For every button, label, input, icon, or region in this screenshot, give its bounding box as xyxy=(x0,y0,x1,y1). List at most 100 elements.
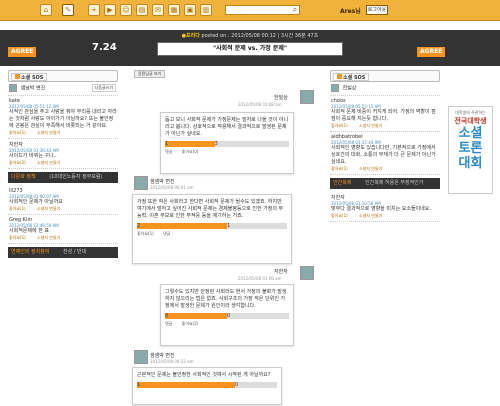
card-footer: 좋아요(1) 댓글 xyxy=(137,231,287,237)
entry-actions: 좋아요(1) 소셜지 만들기 xyxy=(9,130,117,136)
make-social-button[interactable]: 소셜지 만들기 xyxy=(37,206,60,211)
entry-actions: 좋아요(2) 소셜지 만들기 xyxy=(9,160,117,166)
list-item: lil273 2012/05/08 01:00:07 AM 사회적인 문제가 아… xyxy=(8,186,118,215)
home-icon[interactable]: ⌂ xyxy=(40,4,52,16)
logout-button[interactable]: 로그아웃 xyxy=(366,5,388,15)
vote-left-segment: 0 xyxy=(165,313,227,319)
like-button[interactable]: 좋아요(1) xyxy=(9,130,26,135)
video-icon[interactable]: ▣ xyxy=(184,4,196,16)
left-tab-box: 소셜 SOS xyxy=(8,70,118,82)
like-button[interactable]: 좋아요(2) xyxy=(182,321,199,326)
entry-actions: 좋아요(1) 소셜지 만들기 xyxy=(331,213,439,219)
card-date-text: 2012/05/08 06:41 am xyxy=(150,185,194,190)
entry-text: 맞무다 결과적으로 영향을 미치는 요소들이네요. xyxy=(331,206,431,212)
post-info: ●프리다 posted on : 2012/05/08 00:12 | 3시간 … xyxy=(120,31,380,41)
grid-icon[interactable]: ▦ xyxy=(168,4,180,16)
top-bar: ⌂ ✎ + ▶ ☺ ▤ ✉ ▦ ▣ ▥ ⌕ Ares님 로그아웃 xyxy=(0,0,500,21)
related-debate-bar[interactable]: 인간복제 인간복제 허용은 부정적인가 xyxy=(330,178,440,189)
make-social-button[interactable]: 소셜지 만들기 xyxy=(37,160,60,165)
entry-text: 사회적 문제 비중이 커지게 되어. 가정의 역할이 점점이 중요해 지는듯 합… xyxy=(331,109,436,122)
list-item: choos 2012/05/08 05:53:15 AM 사회적 문제 비중이 … xyxy=(330,96,440,132)
entry-name: 샘날박 변진 xyxy=(20,85,46,92)
vote-left-segment: 1 xyxy=(137,382,235,388)
user-name: Ares님 xyxy=(340,8,361,15)
make-social-button[interactable]: 소셜지 만들기 xyxy=(359,213,382,218)
post-date: posted on : 2012/05/08 00:12 | 3시간 36분 4… xyxy=(201,33,319,39)
entry-text: 사회적인 문제가 아닐까요 xyxy=(9,199,63,205)
vote-bar: 1 3 xyxy=(165,141,289,147)
make-social-button[interactable]: 소셜지 만들기 xyxy=(37,235,60,240)
entry-name: 자한자 xyxy=(331,195,345,201)
left-sos-tab[interactable]: 소셜 SOS xyxy=(11,73,48,81)
avatar xyxy=(134,350,148,364)
related-debate-title: 연예인의 정치참여 xyxy=(11,249,50,255)
banner-line5: 대회 xyxy=(458,156,483,171)
related-debate-sub: (10대인노동자 정부포럼) xyxy=(49,174,103,180)
banner-line3: 소셜 xyxy=(458,126,483,141)
entry-actions: 좋아요(1) 소셜지 만들기 xyxy=(9,235,117,241)
chat-icon[interactable]: ✎ xyxy=(62,4,74,16)
left-column: 소셜 SOS 샘날박 변진 다음글쓰기 kate 2012/05/08 05:5… xyxy=(8,70,118,261)
write-link[interactable]: 다음글쓰기 xyxy=(91,84,116,92)
search-icon[interactable]: ⌕ xyxy=(289,4,301,16)
like-button[interactable]: 좋아요(1) xyxy=(331,213,348,218)
debate-topic: "사회적 문제 vs. 가정 문제" xyxy=(157,42,343,56)
related-debate-bar[interactable]: 다문화 정책 (10대인노동자 정부포럼) xyxy=(8,172,118,183)
list-item: kate 2012/05/08 05:51:12 AM 사적인 관심을 주고 사… xyxy=(8,96,118,139)
reply-button[interactable]: 댓글 xyxy=(165,321,172,326)
right-sos-tab[interactable]: 소셜 SOS xyxy=(333,73,370,81)
right-tab-box: 소셜 SOS xyxy=(330,70,440,82)
document-icon[interactable]: ▤ xyxy=(136,4,148,16)
entry-text: 사회적인 영향도 있습니다만, 기본적으로 가정에서 상호간의 대화, 소통의 … xyxy=(331,145,436,165)
entry-text: 사회적문제에 한 표 xyxy=(9,228,49,234)
comment-card: 그렇수도 있지만 안정된 사회라도 현서 가정의 불화가 발생하지 않으리는 법… xyxy=(160,284,294,346)
avatar xyxy=(134,176,148,190)
card-author: 샘샘박 변진 xyxy=(150,352,175,359)
entry-actions: 좋아요(1) 소셜지 만들기 xyxy=(331,166,439,172)
card-text: 가정 또한 작은 사회라고 한다면 사회적 문제가 될수도 있겠죠. 하지만 여… xyxy=(137,199,284,219)
entry-actions: 좋아요(1) 소셜지 만들기 xyxy=(9,206,117,212)
book-icon[interactable]: ▥ xyxy=(200,4,212,16)
like-button[interactable]: 좋아요(1) xyxy=(137,231,154,236)
vote-right-segment: 0 xyxy=(227,313,289,319)
card-date-text: 2012/05/08 01:06 am xyxy=(238,276,282,281)
card-text: 돕고 보니 사회적 문제가 가정문제는 밀처로 나올 것이 아니라고 봅니다. … xyxy=(165,117,289,137)
view-all-replies-button[interactable]: 응용답글 보기 xyxy=(134,70,166,78)
vote-right-segment: 1 xyxy=(227,223,287,229)
entry-name: 한빌상 xyxy=(342,85,357,92)
list-item: aldhbatrobel 2012/05/08 03:37:44 AM 사회적인… xyxy=(330,132,440,175)
card-date: 2012/05/08 04:22 am xyxy=(150,359,193,365)
mail-icon[interactable]: ✉ xyxy=(152,4,164,16)
right-tab-label: 소셜 SOS xyxy=(343,75,366,81)
side-banner[interactable]: 대학생의 주관하는 전국대학생 소셜 토론 대회 xyxy=(448,106,493,194)
related-debate-bar[interactable]: 연예인의 정치참여 찬성 / 반대 xyxy=(8,247,118,258)
related-debate-title: 인간복제 xyxy=(333,180,352,186)
reply-button[interactable]: 댓글 xyxy=(165,149,172,154)
like-button[interactable]: 좋아요(2) xyxy=(9,160,26,165)
people-icon[interactable]: ☺ xyxy=(120,4,132,16)
like-button[interactable]: 좋아요(1) xyxy=(9,206,26,211)
like-button[interactable]: 좋아요(0) xyxy=(182,149,199,154)
reply-button[interactable]: 댓글 xyxy=(163,231,170,236)
author-name: 자한자 xyxy=(274,269,288,275)
card-text: 근본적인 문제는 불안정한 사회적인 것에서 시작된 게 아닐까요? xyxy=(137,372,271,378)
make-social-button[interactable]: 소셜지 만들기 xyxy=(359,123,382,128)
author-name: 한빌상 xyxy=(274,95,288,101)
make-social-button[interactable]: 소셜지 만들기 xyxy=(37,130,60,135)
like-button[interactable]: 좋아요(1) xyxy=(331,166,348,171)
banner-line2: 전국대학생 xyxy=(454,117,487,125)
media-icon[interactable]: ▶ xyxy=(104,4,116,16)
make-social-button[interactable]: 소셜지 만들기 xyxy=(359,166,382,171)
plus-icon[interactable]: + xyxy=(88,4,100,16)
vote-left-segment: 1 xyxy=(165,141,215,147)
list-item: 샘날박 변진 다음글쓰기 xyxy=(8,82,118,96)
card-date: 2012/05/08 01:06 am xyxy=(238,276,281,282)
related-debate-sub: 찬성 / 반대 xyxy=(62,249,87,255)
card-date-text: 2012/05/08 04:22 am xyxy=(150,359,194,364)
like-button[interactable]: 좋아요(1) xyxy=(331,123,348,128)
like-button[interactable]: 좋아요(1) xyxy=(9,235,26,240)
related-debate-sub: 인간복제 허용은 부정적인가 xyxy=(365,180,424,186)
comment-card: 가정 또한 작은 사회라고 한다면 사회적 문제가 될수도 있겠죠. 하지만 여… xyxy=(132,194,292,264)
post-brand: ●프리다 xyxy=(181,33,200,39)
left-score: 7.24 xyxy=(92,42,117,53)
